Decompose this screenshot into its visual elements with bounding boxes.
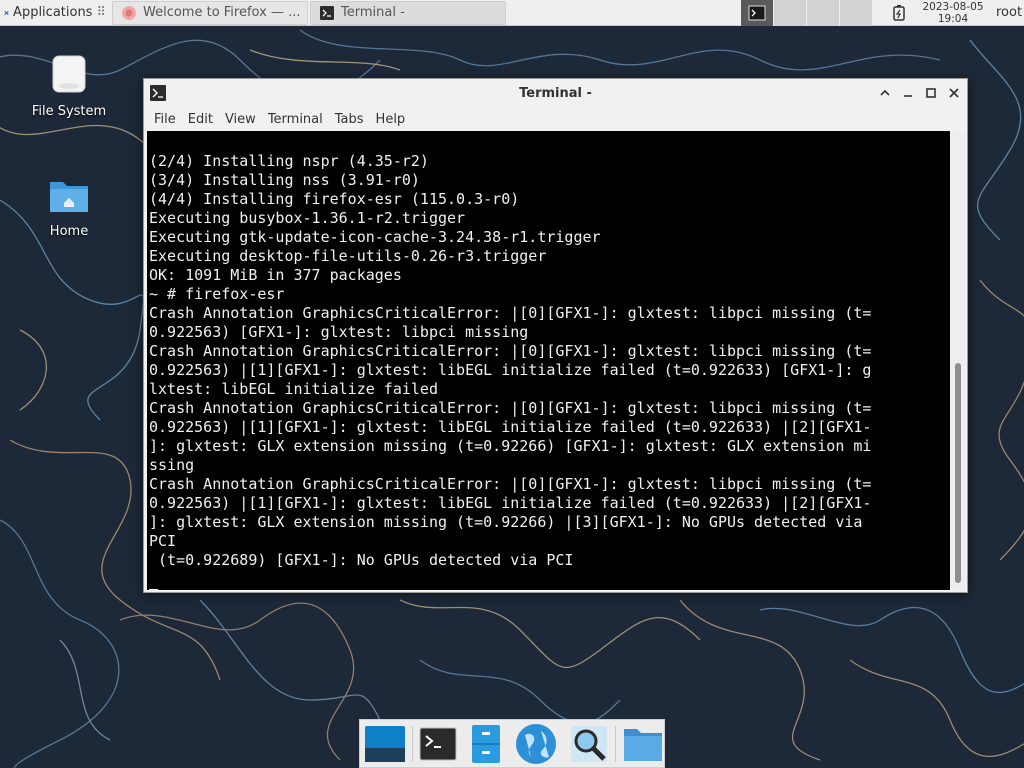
terminal-line: (4/4) Installing firefox-esr (115.0.3-r0… [149,190,520,208]
desktop-icon-home[interactable]: Home [24,172,114,239]
workspace-switcher [740,0,872,26]
taskbar-terminal-label: Terminal - [341,5,405,20]
workspace-4[interactable] [839,0,872,26]
terminal-line: ssing [149,456,195,474]
terminal-line: Executing busybox-1.36.1-r2.trigger [149,209,466,227]
clock-time: 19:04 [937,13,969,25]
dock-terminal[interactable] [419,722,457,766]
dock-separator [412,725,413,762]
terminal-line: Crash Annotation GraphicsCriticalError: … [149,399,872,417]
panel-clock[interactable]: 2023-08-05 19:04 [918,1,988,25]
xfce-mouse-icon [4,10,9,15]
terminal-line: 0.922563) [GFX1-]: glxtest: libpci missi… [149,323,529,341]
text-cursor [149,589,158,590]
window-titlebar[interactable]: Terminal - [144,79,967,107]
shade-button[interactable] [875,83,894,102]
menu-terminal[interactable]: Terminal [262,112,329,127]
applications-label: Applications [13,5,93,20]
clock-date: 2023-08-05 [922,1,984,13]
battery-icon[interactable] [890,4,908,22]
top-panel: Applications ⠿ Welcome to Firefox — ... … [0,0,1024,26]
maximize-button[interactable] [921,83,940,102]
terminal-icon [419,727,457,760]
terminal-line: (3/4) Installing nss (3.91-r0) [149,171,420,189]
terminal-line: 0.922563) |[1][GFX1-]: glxtest: libEGL i… [149,361,872,379]
terminal-icon [748,5,766,21]
scrollbar-thumb[interactable] [955,363,961,583]
dock-file-manager[interactable] [469,722,503,766]
menu-edit[interactable]: Edit [182,112,219,127]
terminal-line: Crash Annotation GraphicsCriticalError: … [149,304,872,322]
workspace-3[interactable] [806,0,839,26]
terminal-line: ]: glxtest: GLX extension missing (t=0.9… [149,437,872,455]
folder-icon [624,728,662,761]
dock-web-browser[interactable] [515,722,557,766]
drive-icon [52,55,86,93]
dock-separator [615,725,616,762]
web-browser-globe-icon [516,723,557,764]
terminal-line: ~ # firefox-esr [149,285,285,303]
terminal-line: (2/4) Installing nspr (4.35-r2) [149,152,429,170]
terminal-line: lxtest: libEGL initialize failed [149,380,438,398]
window-title: Terminal - [519,85,592,101]
terminal-icon [150,85,166,101]
minimize-icon [903,94,912,97]
terminal-line: 0.922563) |[1][GFX1-]: glxtest: libEGL i… [149,418,872,436]
terminal-line: Crash Annotation GraphicsCriticalError: … [149,475,872,493]
desktop-icon-file-system[interactable]: File System [24,52,114,119]
user-menu[interactable]: root [996,5,1022,20]
terminal-icon [320,5,334,20]
menu-help[interactable]: Help [370,112,412,127]
menubar: File Edit View Terminal Tabs Help [144,107,967,131]
window-controls [875,83,963,102]
desktop-icon [365,725,405,762]
workspace-2[interactable] [773,0,806,26]
terminal-line: Crash Annotation GraphicsCriticalError: … [149,342,872,360]
firefox-icon [122,5,136,20]
menu-tabs[interactable]: Tabs [329,112,370,127]
file-cabinet-icon [472,724,500,763]
close-icon [948,87,959,98]
taskbar-firefox-button[interactable]: Welcome to Firefox — ... [112,0,308,25]
menu-file[interactable]: File [148,112,182,127]
terminal-line: Executing gtk-update-icon-cache-3.24.38-… [149,228,601,246]
home-folder-icon [50,182,88,212]
chevron-up-icon [879,89,890,96]
terminal-output[interactable]: (2/4) Installing nspr (4.35-r2) (3/4) Ins… [147,131,950,590]
menu-view[interactable]: View [219,112,262,127]
close-button[interactable] [944,83,963,102]
separator-icon: ⠿ [96,5,106,20]
bottom-dock [359,719,665,768]
terminal-line: (t=0.922689) [GFX1-]: No GPUs detected v… [149,551,574,569]
taskbar-terminal-button[interactable]: Terminal - [310,0,506,25]
terminal-line: ]: glxtest: GLX extension missing (t=0.9… [149,513,872,531]
workspace-1[interactable] [740,0,773,26]
minimize-button[interactable] [898,83,917,102]
desktop-icon-label: Home [49,224,89,239]
terminal-scrollbar[interactable] [951,131,965,590]
terminal-window: Terminal - File Edit View Terminal Tabs … [143,78,968,593]
terminal-line: 0.922563) |[1][GFX1-]: glxtest: libEGL i… [149,494,872,512]
dock-folder[interactable] [622,722,664,766]
dock-show-desktop[interactable] [364,722,406,766]
terminal-line: Executing desktop-file-utils-0.26-r3.tri… [149,247,547,265]
desktop-icon-label: File System [31,104,107,119]
search-magnifier-icon [571,725,608,762]
taskbar-firefox-label: Welcome to Firefox — ... [143,5,301,20]
terminal-line: OK: 1091 MiB in 377 packages [149,266,402,284]
terminal-line: PCI [149,532,177,550]
maximize-icon [925,87,936,98]
dock-search[interactable] [569,722,609,766]
applications-menu-button[interactable]: Applications ⠿ [0,0,110,26]
terminal-prompt-line [149,589,950,590]
